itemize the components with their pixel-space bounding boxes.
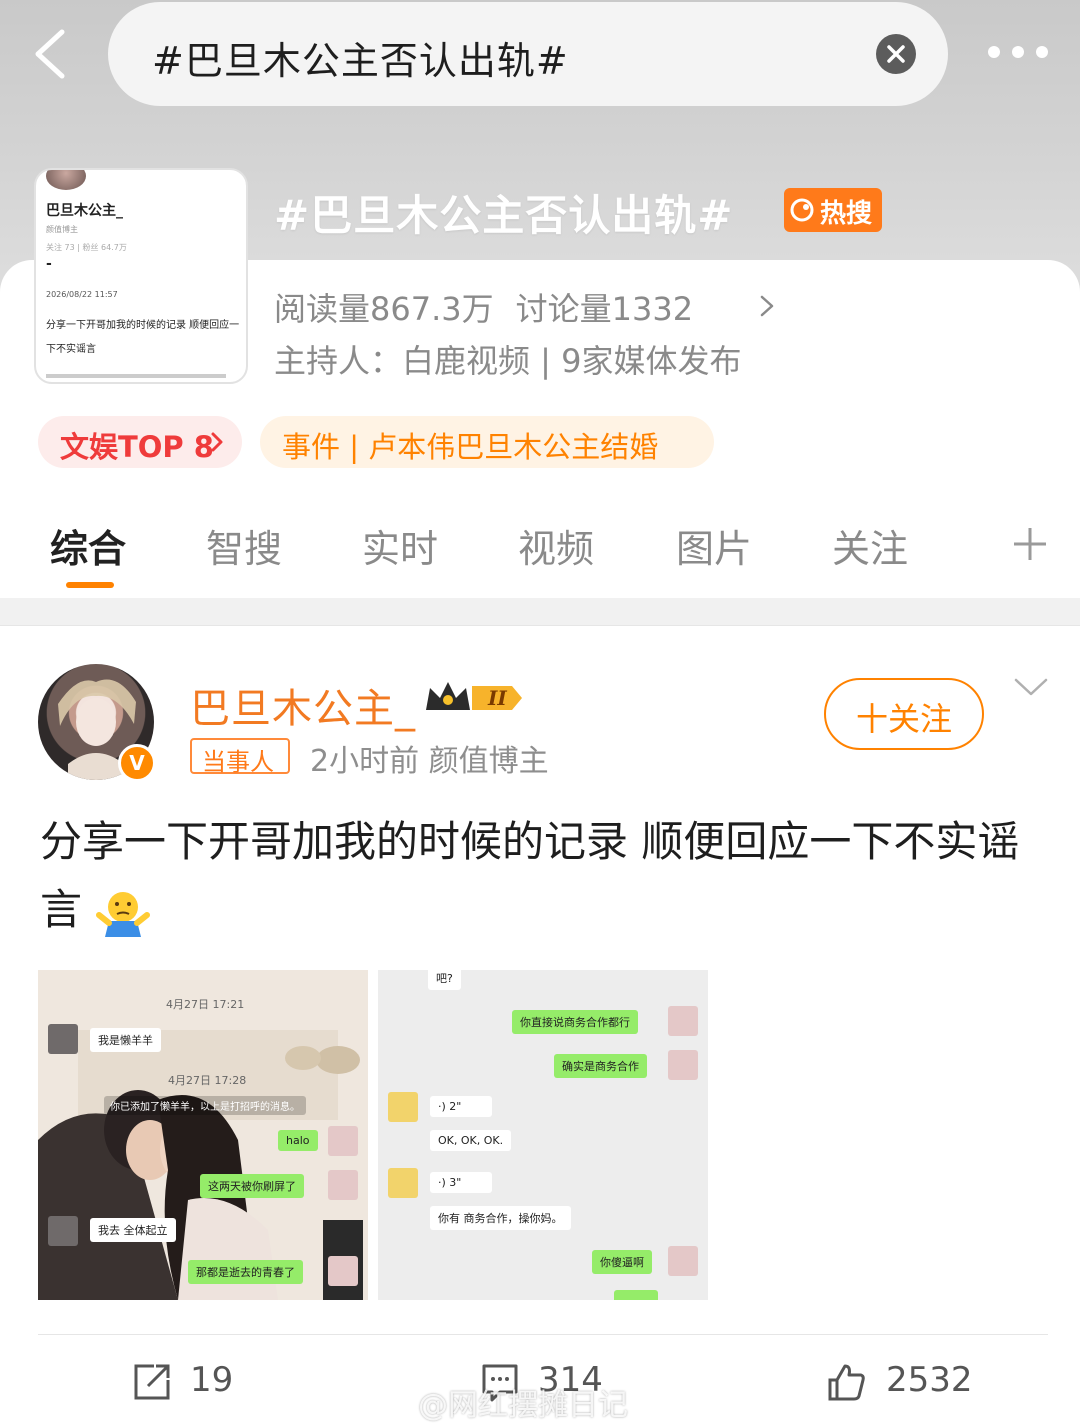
event-tag[interactable]: 事件 | 卢本伟巴旦木公主结婚 [260,416,714,468]
hot-badge-label: 热搜 [820,199,873,229]
thumbnail-follow-counts: 关注 73 | 粉丝 64.7万 [46,243,127,252]
chat-avatar [48,1024,78,1054]
chat-avatar [668,1050,698,1080]
plus-icon[interactable] [1012,526,1048,562]
topic-title: #巴旦木公主否认出轨# [274,191,734,240]
search-query: #巴旦木公主否认出轨# [152,39,569,83]
hot-search-badge: 热搜 [784,188,882,232]
thumbnail-avatar [46,170,86,190]
search-input[interactable]: #巴旦木公主否认出轨# [108,2,948,106]
shrug-emoji-icon [95,885,151,941]
close-icon [887,45,905,63]
like-icon[interactable] [826,1362,866,1402]
rank-tag[interactable]: 文娱TOP 8 [38,416,242,468]
read-count: 阅读量867.3万 [274,290,494,328]
topic-host: 主持人：白鹿视频 | 9家媒体发布 [274,342,742,380]
post-author-name[interactable]: 巴旦木公主_ [190,676,416,734]
thumbnail-divider [46,374,226,378]
chat-avatar [388,1168,418,1198]
chat-bubble: 这两天被你刷屏了 [200,1174,304,1198]
role-tag-label: 当事人 [202,748,274,776]
chat-bubble: 我去 全体起立 [90,1218,176,1242]
event-tag-label: 事件 | 卢本伟巴旦木公主结婚 [282,430,659,464]
chat-bubble: 你有 商务合作，操你妈。 [430,1206,571,1230]
thumbnail-dash: - [46,256,52,272]
post-image-1[interactable]: 4月27日 17:21 我是懒羊羊 4月27日 17:28 你已添加了懒羊羊，以… [38,970,368,1300]
crown-level-icon: II [426,682,522,710]
share-icon[interactable] [132,1362,172,1402]
post-meta: 2小时前 颜值博主 [310,744,549,779]
thumbnail-text: 分享一下开哥加我的时候的记录 顺便回应一下不实谣言 [46,320,240,355]
discussion-count: 讨论量1332 [515,290,694,328]
tab-realtime[interactable]: 实时 [362,518,438,573]
chat-avatar [328,1126,358,1156]
chat-bubble: 我是懒羊羊 [90,1028,161,1052]
chat-avatar [328,1170,358,1200]
chevron-right-icon[interactable] [756,294,778,318]
clear-search-button[interactable] [876,34,916,74]
chat-bubble-partial [614,1290,658,1300]
chat-bubble: 那都是逝去的青春了 [188,1260,303,1284]
verified-badge: V [118,744,156,782]
voice-message: ·) 3" [430,1172,492,1193]
tab-smart-search[interactable]: 智搜 [206,518,282,573]
chat-bubble: 吧? [428,970,461,990]
like-count[interactable]: 2532 [886,1360,973,1400]
share-count[interactable]: 19 [190,1360,233,1400]
hot-icon [790,198,814,222]
post-image-2[interactable]: 吧? 你直接说商务合作都行 确实是商务合作 ·) 2" OK, OK, OK. … [378,970,708,1300]
follow-button[interactable]: 十关注 [824,678,984,750]
chat-bubble: halo [278,1130,318,1151]
active-tab-indicator [66,582,114,588]
post-text: 分享一下开哥加我的时候的记录 顺便回应一下不实谣言 [40,808,1050,944]
section-divider [0,598,1080,626]
chat-timestamp: 4月27日 17:28 [168,1074,247,1087]
chat-timestamp: 4月27日 17:21 [166,998,245,1011]
actions-divider [38,1334,1048,1335]
rank-tag-label: 文娱TOP 8 [60,430,214,464]
chat-avatar [328,1256,358,1286]
tab-comprehensive[interactable]: 综合 [50,518,126,573]
chat-system-message: 你已添加了懒羊羊，以上是打招呼的消息。 [104,1096,306,1115]
chat-avatar [668,1246,698,1276]
chevron-down-icon[interactable] [1014,678,1048,698]
chat-bubble: OK, OK, OK. [430,1130,512,1151]
crown-level-label: II [487,686,507,710]
role-tag: 当事人 [190,738,290,776]
watermark: @网红摆摊日记 [418,1388,628,1423]
post-text-content: 分享一下开哥加我的时候的记录 顺便回应一下不实谣言 [40,817,1020,934]
thumbnail-subtitle: 颜值博主 [46,225,78,234]
topic-thumbnail[interactable]: 巴旦木公主_ 颜值博主 关注 73 | 粉丝 64.7万 - 2026/08/2… [34,168,248,384]
voice-message: ·) 2" [430,1096,492,1117]
more-options-icon[interactable] [988,46,1050,60]
chevron-right-icon [211,432,223,452]
tab-following[interactable]: 关注 [832,518,908,573]
photo-background [38,970,368,1300]
chat-avatar [668,1006,698,1036]
chat-bubble: 你直接说商务合作都行 [512,1010,638,1034]
chat-bubble: 确实是商务合作 [554,1054,647,1078]
back-arrow-icon[interactable] [30,28,74,80]
follow-button-label: 十关注 [856,700,953,738]
tab-video[interactable]: 视频 [518,518,594,573]
chat-bubble: 你傻逼啊 [592,1250,652,1274]
topic-stats[interactable]: 阅读量867.3万 讨论量1332 [274,284,693,330]
thumbnail-time: 2026/08/22 11:57 [46,290,118,299]
tab-images[interactable]: 图片 [676,518,752,573]
thumbnail-name: 巴旦木公主_ [46,203,123,219]
chat-avatar [388,1092,418,1122]
chat-avatar [48,1216,78,1246]
